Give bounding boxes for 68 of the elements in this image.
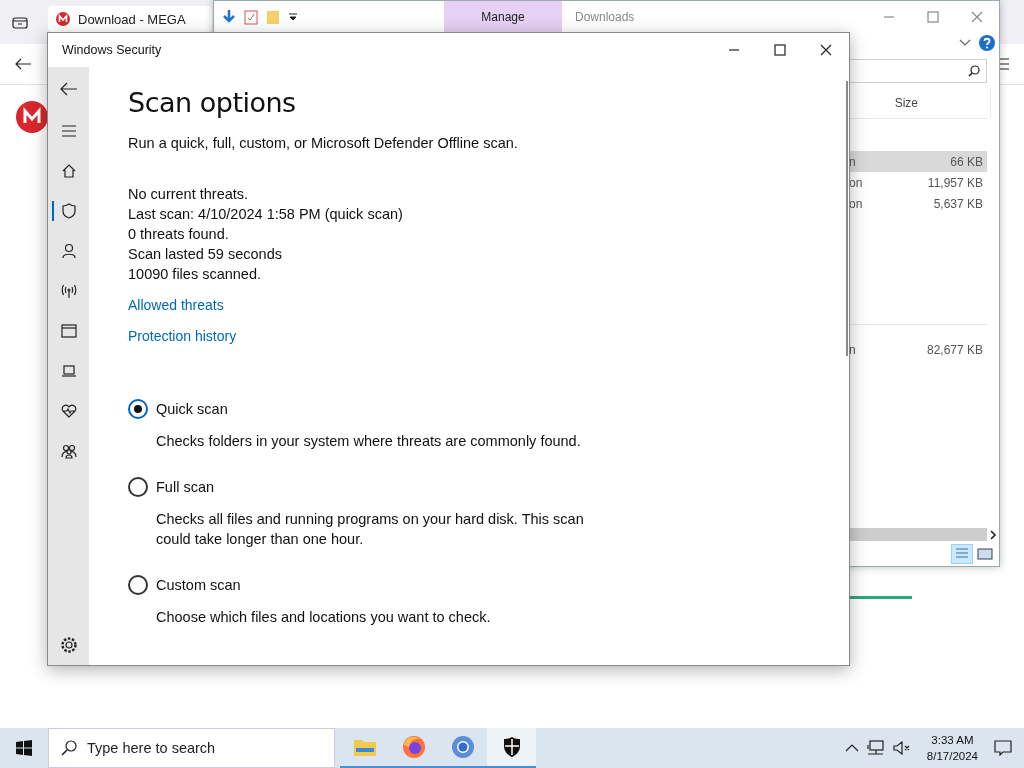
people-icon [59,442,78,460]
file-row[interactable]: n 82,677 KB [849,339,987,360]
window-icon [59,322,78,340]
volume-muted-icon [892,741,911,755]
option-description: Checks folders in your system where threats are commonly found. [156,432,582,451]
scrollbar-thumb[interactable] [849,528,987,541]
radio-button[interactable] [128,399,148,419]
taskbar-app[interactable] [487,728,536,768]
thumbnail-view-icon[interactable] [977,546,993,561]
option-label[interactable]: Quick scan [156,401,228,417]
link[interactable]: Protection history [128,327,237,346]
chevron-down-icon [959,39,971,47]
mega-icon [56,12,70,26]
page-heading: Scan options [128,87,297,118]
browser-icon[interactable] [450,735,475,759]
radio-button[interactable] [128,575,148,595]
tab-list-icon [12,15,28,29]
scroll-right-icon [987,529,999,540]
radio-button[interactable] [128,477,148,497]
person-icon [59,242,78,260]
notifications-icon [994,740,1012,756]
scan-status-text: Last scan: 4/10/2024 1:58 PM (quick scan) [128,205,404,224]
taskbar-search-field[interactable]: Type here to search [48,728,335,768]
clock-date[interactable]: 8/17/2024 [926,748,978,764]
scrollbar-thumb[interactable] [846,81,848,356]
shield-icon [59,202,78,220]
download-arrow-icon [222,8,236,25]
maximize-icon [927,10,939,23]
maximize-icon [774,44,786,56]
scan-status-text: 10090 files scanned. [128,265,262,284]
antenna-icon [59,282,78,300]
file-row[interactable]: n 66 KB [849,151,987,172]
ribbon-tab[interactable]: Manage [444,1,562,32]
back-arrow-icon [59,82,78,96]
details-view-icon[interactable] [951,543,973,564]
checklist-icon[interactable] [244,8,258,25]
option-description: Choose which files and locations you want to check. [156,608,492,627]
laptop-icon [59,362,78,380]
file-row[interactable]: on 11,957 KB [849,172,987,193]
intro-text: Run a quick, full, custom, or Microsoft Defender Offline scan. [128,135,519,151]
heart-icon [59,402,78,420]
scan-status-text: No current threats. [128,185,250,204]
back-arrow-icon [14,57,32,71]
close-icon [971,10,983,23]
settings-icon [59,636,78,654]
window-title: Downloads [574,9,636,24]
scan-status-text: Scan lasted 59 seconds [128,245,283,264]
browser-tab[interactable]: Download - MEGA [48,6,212,32]
option-label[interactable]: Full scan [156,479,215,495]
scan-status-text: 0 threats found. [128,225,230,244]
window-title: Windows Security [62,43,163,57]
browser-icon[interactable] [401,735,426,759]
option-label[interactable]: Custom scan [156,577,241,593]
search-icon [61,740,77,756]
network-icon [866,740,885,756]
clock-time[interactable]: 3:33 AM [931,732,974,748]
help-icon[interactable] [979,35,995,51]
search-field[interactable] [849,59,987,83]
chevron-up-icon [844,744,859,752]
dropdown-icon[interactable] [288,11,298,22]
search-icon [968,65,980,77]
close-icon [820,44,832,56]
link[interactable]: Allowed threats [128,296,224,315]
menu-icon [60,125,77,137]
shield-icon[interactable] [501,736,522,758]
file-row[interactable]: on 5,637 KB [849,193,987,214]
option-description: Checks all files and running programs on your hard disk. This scan could take longer than one hour. [156,510,585,549]
start-icon[interactable] [16,740,32,756]
